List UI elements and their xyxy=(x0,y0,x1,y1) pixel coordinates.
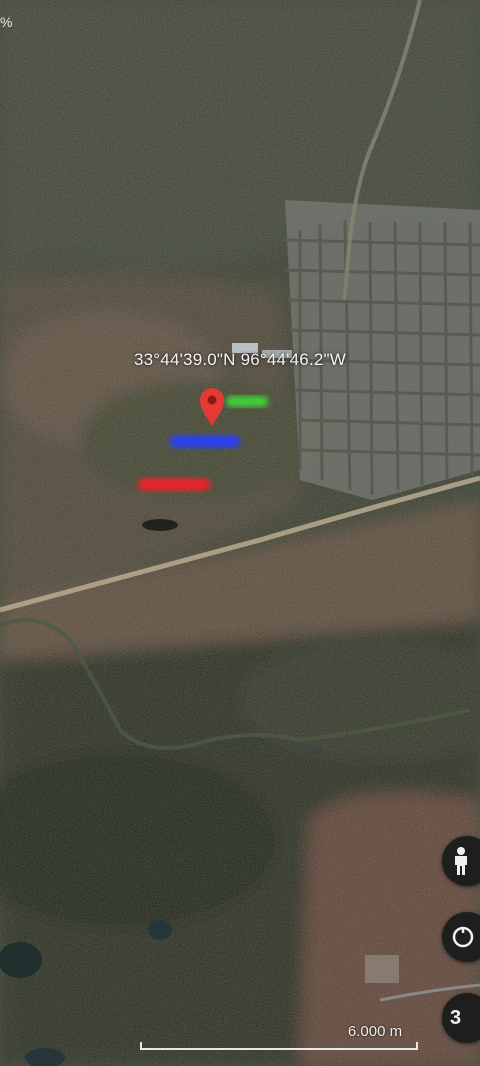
red-marker xyxy=(138,478,210,491)
pegman-icon xyxy=(455,847,467,875)
layers-icon xyxy=(452,926,474,948)
scale-label: 6.000 m xyxy=(347,1023,403,1040)
satellite-map[interactable] xyxy=(0,0,480,1066)
blue-marker xyxy=(170,435,240,448)
green-marker xyxy=(226,396,268,407)
scale-bar xyxy=(140,1042,418,1050)
status-bar-battery: % xyxy=(0,14,13,30)
tilt-3d-label: 3 xyxy=(450,1006,462,1029)
coordinate-label: 33°44'39.0"N 96°44'46.2"W xyxy=(133,350,346,369)
